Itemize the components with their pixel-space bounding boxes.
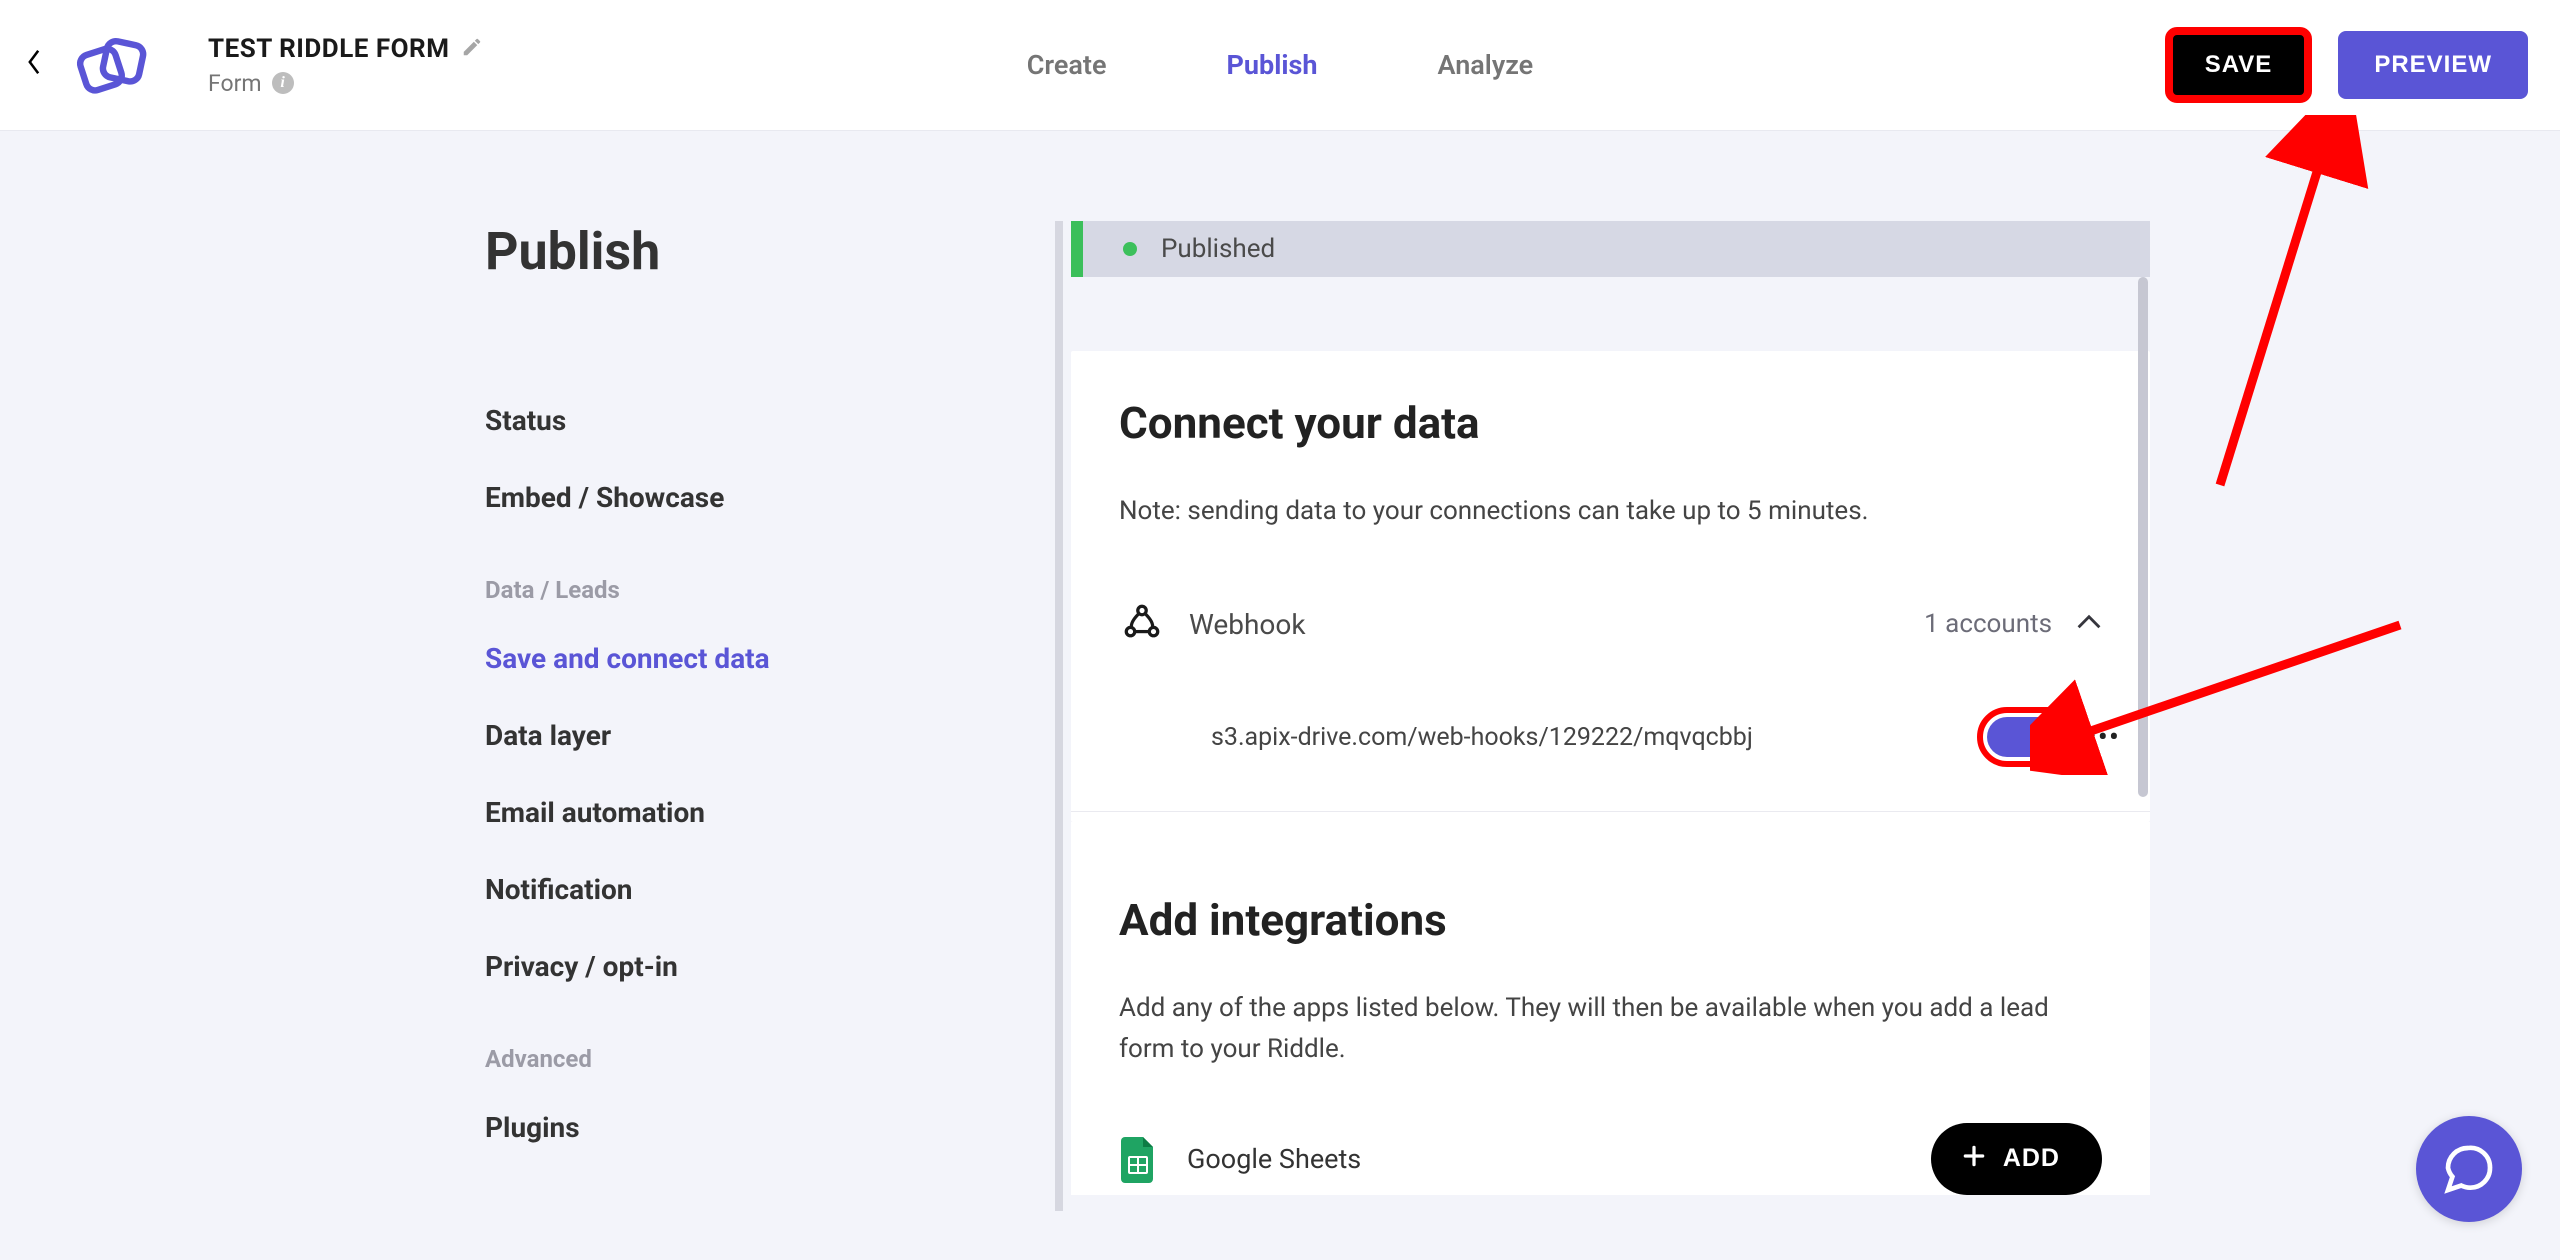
webhook-icon — [1119, 599, 1165, 649]
webhook-toggle[interactable] — [1987, 717, 2067, 757]
form-title: TEST RIDDLE FORM — [208, 34, 449, 64]
tabs: Create Publish Analyze — [1027, 49, 1533, 81]
edit-title-icon[interactable] — [461, 36, 483, 62]
back-button[interactable] — [20, 48, 48, 76]
webhook-item: s3.apix-drive.com/web-hooks/129222/mqvqc… — [1071, 689, 2150, 812]
sidebar-item-data-layer[interactable]: Data layer — [485, 697, 1015, 774]
webhook-url: s3.apix-drive.com/web-hooks/129222/mqvqc… — [1211, 723, 1753, 752]
sidebar-item-embed[interactable]: Embed / Showcase — [485, 459, 1015, 536]
sidebar-item-notification[interactable]: Notification — [485, 851, 1015, 928]
status-bar[interactable]: Published — [1071, 221, 2150, 277]
logo-icon[interactable] — [66, 19, 158, 111]
integrations-heading: Add integrations — [1119, 894, 2102, 946]
chat-bubble-button[interactable] — [2416, 1116, 2522, 1222]
content-col: Published Connect your data Note: sendin… — [1055, 221, 2150, 1211]
sidebar-item-privacy[interactable]: Privacy / opt-in — [485, 928, 1015, 1005]
scrollbar-thumb[interactable] — [2138, 277, 2148, 797]
webhook-label: Webhook — [1189, 608, 1306, 641]
integration-name: Google Sheets — [1187, 1143, 1361, 1175]
add-label: ADD — [2003, 1144, 2060, 1173]
chevron-up-icon — [2076, 612, 2102, 636]
sidebar-item-plugins[interactable]: Plugins — [485, 1089, 1015, 1166]
sidebar: Publish Status Embed / Showcase Data / L… — [0, 221, 1055, 1260]
webhook-row[interactable]: Webhook 1 accounts — [1119, 599, 2102, 649]
preview-button[interactable]: PREVIEW — [2338, 31, 2528, 99]
topbar: TEST RIDDLE FORM Form i Create Publish A… — [0, 0, 2560, 131]
tab-publish[interactable]: Publish — [1227, 49, 1318, 81]
sidebar-item-status[interactable]: Status — [485, 382, 1015, 459]
integrations-note: Add any of the apps listed below. They w… — [1119, 988, 2102, 1069]
info-icon[interactable]: i — [272, 72, 294, 94]
body: Publish Status Embed / Showcase Data / L… — [0, 131, 2560, 1260]
save-button[interactable]: SAVE — [2169, 31, 2309, 99]
plus-icon — [1961, 1143, 1987, 1175]
integrations-panel: Add integrations Add any of the apps lis… — [1071, 822, 2150, 1195]
sidebar-item-email-automation[interactable]: Email automation — [485, 774, 1015, 851]
status-text: Published — [1161, 234, 1275, 264]
webhook-accounts-label: 1 accounts — [1924, 609, 2052, 639]
more-options-icon[interactable]: ••• — [2087, 720, 2120, 755]
sidebar-group-data-leads: Data / Leads — [485, 536, 1015, 620]
scrollbar[interactable] — [2138, 277, 2148, 1197]
title-block: TEST RIDDLE FORM Form i — [208, 34, 483, 97]
add-integration-button[interactable]: ADD — [1931, 1123, 2102, 1195]
sidebar-heading: Publish — [485, 221, 1015, 282]
tab-analyze[interactable]: Analyze — [1438, 49, 1534, 81]
integration-row-sheets: Google Sheets ADD — [1119, 1123, 2102, 1195]
tab-create[interactable]: Create — [1027, 49, 1107, 81]
sidebar-group-advanced: Advanced — [485, 1005, 1015, 1089]
status-dot-icon — [1123, 242, 1137, 256]
connect-heading: Connect your data — [1119, 397, 2102, 449]
form-subtitle: Form — [208, 70, 262, 97]
google-sheets-icon — [1119, 1135, 1159, 1183]
sidebar-item-save-connect[interactable]: Save and connect data — [485, 620, 1015, 697]
connect-data-panel: Connect your data Note: sending data to … — [1071, 351, 2150, 822]
connect-note: Note: sending data to your connections c… — [1119, 493, 2102, 529]
